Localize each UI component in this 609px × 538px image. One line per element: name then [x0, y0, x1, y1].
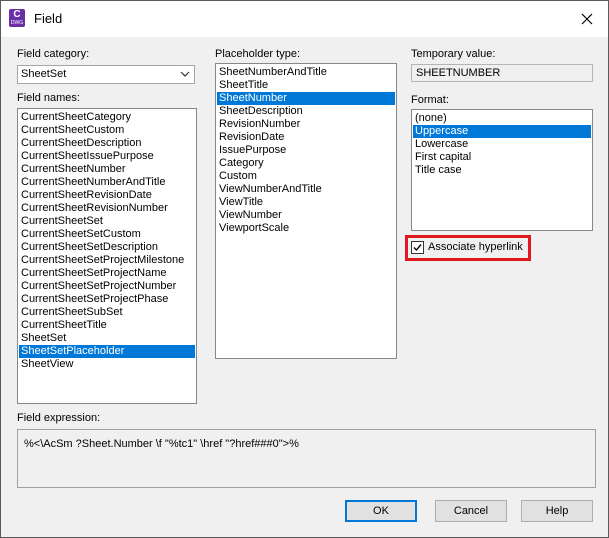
field-dialog: C DWG Field Field category: SheetSet Fie…: [0, 0, 609, 538]
field-expression-text: %<\AcSm ?Sheet.Number \f "%tc1" \href "?…: [24, 438, 299, 450]
placeholder-type-item[interactable]: RevisionNumber: [217, 118, 395, 131]
field-name-item[interactable]: CurrentSheetCategory: [19, 111, 195, 124]
field-expression-box[interactable]: %<\AcSm ?Sheet.Number \f "%tc1" \href "?…: [17, 429, 596, 488]
cancel-button[interactable]: Cancel: [435, 500, 507, 522]
checkbox-box[interactable]: [411, 241, 424, 254]
field-names-list[interactable]: CurrentSheetCategory CurrentSheetCustom Cu…: [17, 108, 197, 404]
field-name-item[interactable]: CurrentSheetSetProjectPhase: [19, 293, 195, 306]
field-name-item[interactable]: SheetView: [19, 358, 195, 371]
field-name-item[interactable]: SheetSetPlaceholder: [19, 345, 195, 358]
field-name-item[interactable]: CurrentSheetSetProjectName: [19, 267, 195, 280]
placeholder-type-item[interactable]: Custom: [217, 170, 395, 183]
title-bar: C DWG Field: [1, 1, 608, 37]
placeholder-type-item[interactable]: RevisionDate: [217, 131, 395, 144]
placeholder-type-item[interactable]: SheetDescription: [217, 105, 395, 118]
format-list[interactable]: (none) Uppercase Lowercase First capital Tit…: [411, 109, 593, 231]
format-item[interactable]: Lowercase: [413, 138, 591, 151]
field-category-label: Field category:: [17, 48, 90, 60]
placeholder-type-item[interactable]: SheetTitle: [217, 79, 395, 92]
format-item[interactable]: Uppercase: [413, 125, 591, 138]
temporary-value-field: SHEETNUMBER: [411, 64, 593, 82]
help-button[interactable]: Help: [521, 500, 593, 522]
field-name-item[interactable]: CurrentSheetSetProjectNumber: [19, 280, 195, 293]
app-icon-letter: C: [13, 9, 21, 20]
field-name-item[interactable]: CurrentSheetIssuePurpose: [19, 150, 195, 163]
close-icon: [581, 13, 593, 25]
field-name-item[interactable]: CurrentSheetSetDescription: [19, 241, 195, 254]
field-name-item[interactable]: CurrentSheetSet: [19, 215, 195, 228]
temporary-value-text: SHEETNUMBER: [416, 67, 501, 79]
field-category-value: SheetSet: [21, 68, 67, 80]
field-name-item[interactable]: CurrentSheetNumberAndTitle: [19, 176, 195, 189]
chevron-down-icon: [180, 71, 190, 77]
checkmark-icon: [413, 244, 422, 252]
field-names-label: Field names:: [17, 92, 80, 104]
placeholder-type-item[interactable]: Category: [217, 157, 395, 170]
field-name-item[interactable]: CurrentSheetCustom: [19, 124, 195, 137]
field-name-item[interactable]: SheetSet: [19, 332, 195, 345]
temporary-value-label: Temporary value:: [411, 48, 496, 60]
field-name-item[interactable]: CurrentSheetRevisionNumber: [19, 202, 195, 215]
field-name-item[interactable]: CurrentSheetSetProjectMilestone: [19, 254, 195, 267]
placeholder-type-list[interactable]: SheetNumberAndTitle SheetTitle SheetNumber…: [215, 63, 397, 359]
placeholder-type-item[interactable]: ViewTitle: [217, 196, 395, 209]
format-item[interactable]: (none): [413, 112, 591, 125]
field-name-item[interactable]: CurrentSheetDescription: [19, 137, 195, 150]
field-name-item[interactable]: CurrentSheetSubSet: [19, 306, 195, 319]
format-item[interactable]: Title case: [413, 164, 591, 177]
placeholder-type-item[interactable]: IssuePurpose: [217, 144, 395, 157]
field-expression-label: Field expression:: [17, 412, 101, 424]
placeholder-type-item[interactable]: SheetNumber: [217, 92, 395, 105]
field-category-dropdown[interactable]: SheetSet: [17, 65, 195, 84]
field-name-item[interactable]: CurrentSheetNumber: [19, 163, 195, 176]
app-icon-sub: DWG: [10, 20, 24, 26]
window-title: Field: [34, 11, 63, 26]
placeholder-type-item[interactable]: ViewportScale: [217, 222, 395, 235]
placeholder-type-item[interactable]: ViewNumber: [217, 209, 395, 222]
format-label: Format:: [411, 94, 449, 106]
placeholder-type-label: Placeholder type:: [215, 48, 300, 60]
field-name-item[interactable]: CurrentSheetSetCustom: [19, 228, 195, 241]
placeholder-type-item[interactable]: SheetNumberAndTitle: [217, 66, 395, 79]
associate-hyperlink-label: Associate hyperlink: [428, 241, 523, 253]
placeholder-type-item[interactable]: ViewNumberAndTitle: [217, 183, 395, 196]
close-button[interactable]: [572, 4, 602, 34]
field-name-item[interactable]: CurrentSheetTitle: [19, 319, 195, 332]
ok-button[interactable]: OK: [345, 500, 417, 522]
autocad-app-icon: C DWG: [9, 9, 25, 27]
field-name-item[interactable]: CurrentSheetRevisionDate: [19, 189, 195, 202]
format-item[interactable]: First capital: [413, 151, 591, 164]
